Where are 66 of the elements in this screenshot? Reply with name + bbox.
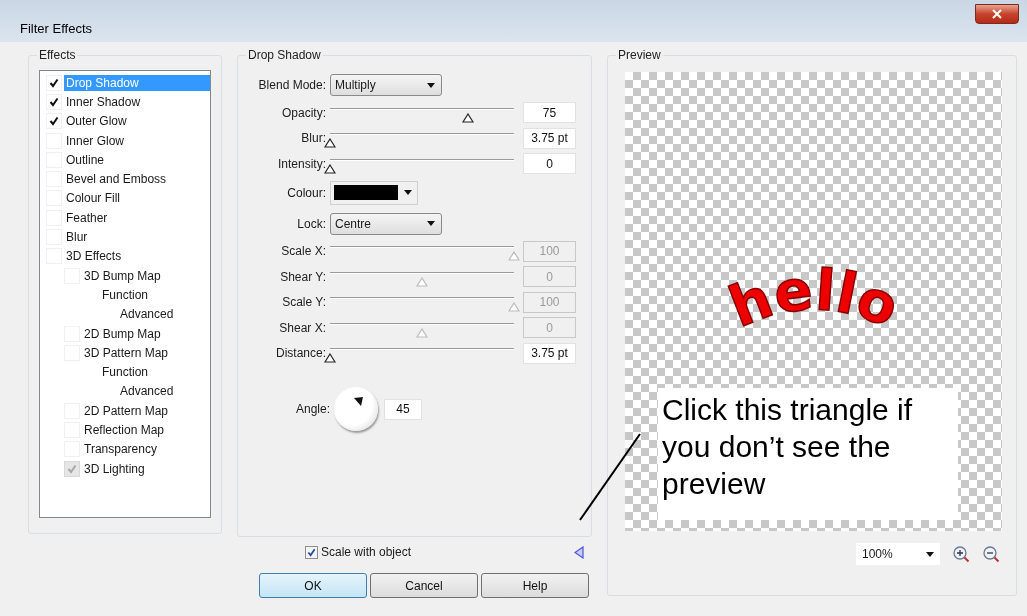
dropdown[interactable]: Centre: [330, 212, 442, 235]
field-label: Opacity:: [281, 105, 327, 120]
value-field[interactable]: 75: [523, 102, 576, 124]
effect-item[interactable]: Blur: [64, 229, 90, 245]
dialog-button[interactable]: Help: [481, 573, 589, 598]
checkbox-label: Scale with object: [321, 545, 412, 560]
close-icon: [992, 9, 1002, 19]
group-title: Drop Shadow: [247, 48, 322, 62]
check-icon: [67, 463, 77, 474]
field-label: Blend Mode:: [257, 78, 327, 92]
zoom-in-icon[interactable]: [952, 545, 970, 563]
effect-item[interactable]: Outline: [64, 151, 107, 168]
annotation-callout: Click this triangle if you don’t see the preview: [658, 388, 958, 520]
check-icon: [49, 116, 59, 127]
slider-thumb[interactable]: [324, 162, 336, 173]
value-field[interactable]: 3.75 pt: [523, 127, 576, 149]
close-button[interactable]: [975, 4, 1019, 24]
check-icon: [307, 547, 316, 557]
dialog-button[interactable]: Cancel: [370, 573, 478, 598]
field-label: Scale X:: [280, 244, 327, 259]
slider-thumb[interactable]: [324, 137, 336, 148]
effect-item[interactable]: 3D Effects: [64, 248, 124, 265]
effect-item[interactable]: 3D Pattern Map: [82, 344, 171, 361]
effect-item[interactable]: Inner Shadow: [64, 93, 143, 110]
check-icon: [49, 77, 59, 88]
pointer-icon: [354, 397, 364, 407]
zoom-dropdown[interactable]: 100%: [856, 543, 940, 565]
field-label: Shear X:: [278, 320, 327, 335]
field-label: Lock:: [296, 216, 327, 231]
field-label: Scale Y:: [281, 295, 327, 310]
checkbox[interactable]: [305, 545, 318, 559]
effect-item[interactable]: Colour Fill: [64, 190, 122, 207]
angle-dial[interactable]: [334, 387, 378, 431]
dropdown[interactable]: Multiply: [330, 74, 442, 96]
value-field[interactable]: 0: [523, 153, 576, 175]
window-title: Filter Effects: [20, 21, 92, 36]
field-label: Blur:: [300, 131, 327, 146]
slider-thumb[interactable]: [324, 352, 336, 363]
effect-item[interactable]: 3D Bump Map: [82, 267, 163, 284]
effect-item[interactable]: Outer Glow: [64, 113, 129, 130]
effect-item[interactable]: Function: [100, 364, 151, 381]
zoom-out-icon[interactable]: [982, 545, 1000, 563]
dialog-button[interactable]: OK: [259, 573, 367, 598]
effect-item[interactable]: 2D Bump Map: [82, 325, 163, 342]
effect-item[interactable]: Inner Glow: [64, 132, 127, 149]
field-label: Colour:: [286, 185, 327, 200]
field-label: Distance:: [274, 346, 327, 361]
field-label: Angle:: [294, 402, 331, 416]
effect-item[interactable]: Transparency: [82, 441, 159, 458]
value-field[interactable]: 3.75 pt: [523, 342, 576, 364]
effect-item[interactable]: 2D Pattern Map: [82, 402, 171, 419]
field-label: Shear Y:: [279, 269, 327, 284]
colour-picker[interactable]: [330, 180, 418, 205]
triangle-icon[interactable]: [574, 545, 584, 559]
group-title: Effects: [38, 48, 77, 62]
effect-item[interactable]: Bevel and Emboss: [64, 171, 169, 188]
group-title: Preview: [617, 48, 662, 62]
effect-item[interactable]: Advanced: [118, 383, 176, 400]
check-icon: [49, 96, 59, 107]
effect-item[interactable]: Reflection Map: [82, 422, 167, 438]
field-label: Intensity:: [276, 156, 327, 171]
effect-item[interactable]: Feather: [64, 209, 110, 226]
effect-item[interactable]: Function: [100, 286, 151, 303]
value-field[interactable]: 45: [384, 398, 422, 420]
preview-artwork: hello: [663, 242, 964, 382]
effect-item[interactable]: Advanced: [118, 306, 176, 323]
